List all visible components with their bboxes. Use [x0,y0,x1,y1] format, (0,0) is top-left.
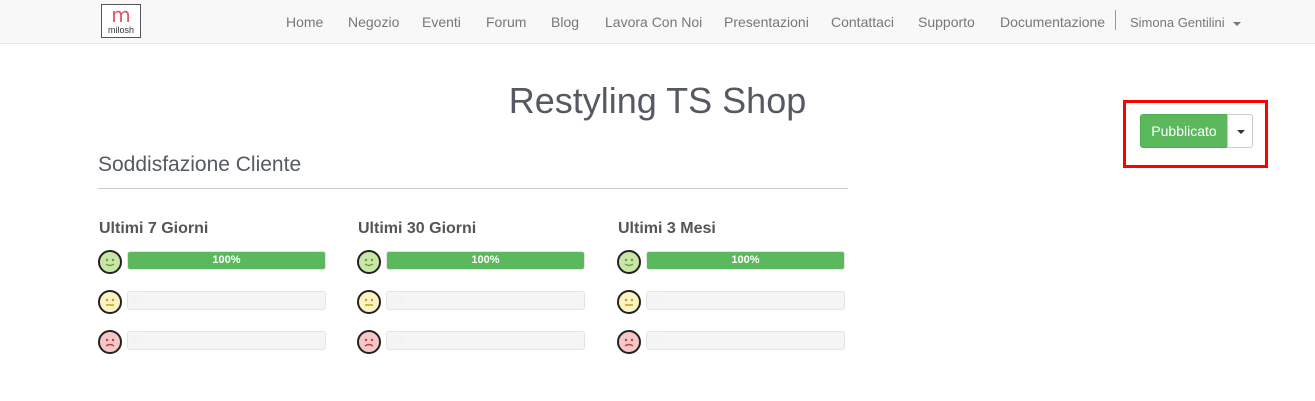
nav-item-blog[interactable]: Blog [551,14,579,30]
sad-face-icon [617,330,641,354]
satisfaction-row: 100% [98,250,330,274]
satisfaction-period: Ultimi 30 Giorni 100% 0% 0% [357,218,589,358]
progress-label: 0% [649,334,665,346]
top-navbar: m milosh Home Negozio Eventi Forum Blog … [0,0,1315,44]
progress-label: 0% [649,294,665,306]
satisfaction-row: 0% [617,330,849,354]
user-name: Simona Gentilini [1130,15,1225,30]
satisfaction-row: 0% [357,290,589,314]
progress-label: 100% [471,254,500,266]
user-menu[interactable]: Simona Gentilini [1130,15,1241,31]
section-divider [98,188,848,189]
satisfaction-row: 100% [617,250,849,274]
progress-label: 0% [130,334,146,346]
satisfaction-row: 0% [357,330,589,354]
happy-face-icon [617,250,641,274]
chevron-down-icon [1237,130,1245,134]
satisfaction-row: 0% [98,330,330,354]
neutral-face-icon [98,290,122,314]
nav-item-supporto[interactable]: Supporto [918,14,975,30]
progress-label: 0% [389,334,405,346]
period-title: Ultimi 7 Giorni [99,220,209,237]
nav-item-negozio[interactable]: Negozio [348,14,399,30]
nav-item-home[interactable]: Home [286,14,323,30]
satisfaction-period: Ultimi 3 Mesi 100% 0% 0% [617,218,849,358]
progress-bar: 0% [386,291,585,310]
period-title: Ultimi 30 Giorni [358,220,477,237]
progress-bar: 0% [646,291,845,310]
neutral-face-icon [357,290,381,314]
neutral-face-icon [617,290,641,314]
satisfaction-row: 0% [617,290,849,314]
page-title: Restyling TS Shop [508,80,807,121]
nav-item-eventi[interactable]: Eventi [422,14,461,30]
sad-face-icon [98,330,122,354]
nav-item-presentazioni[interactable]: Presentazioni [724,14,809,30]
happy-face-icon [98,250,122,274]
progress-bar: 100% [646,251,845,270]
progress-bar: 0% [127,331,326,350]
happy-face-icon [357,250,381,274]
progress-bar: 100% [386,251,585,270]
logo-text: milosh [107,25,134,35]
progress-label: 100% [731,254,760,266]
progress-bar: 0% [386,331,585,350]
logo-m-icon: m [111,3,131,27]
nav-item-lavora-con-noi[interactable]: Lavora Con Noi [605,14,702,30]
chevron-down-icon [1232,21,1241,26]
satisfaction-row: 100% [357,250,589,274]
progress-bar: 100% [127,251,326,270]
milosh-logo[interactable]: m milosh [101,4,141,38]
nav-item-contattaci[interactable]: Contattaci [831,14,894,30]
nav-item-documentazione[interactable]: Documentazione [1000,14,1105,30]
sad-face-icon [357,330,381,354]
progress-label: 0% [389,294,405,306]
nav-divider [1115,10,1116,30]
satisfaction-row: 0% [98,290,330,314]
progress-bar: 0% [646,331,845,350]
period-title: Ultimi 3 Mesi [618,220,716,237]
nav-item-forum[interactable]: Forum [486,14,526,30]
section-title: Soddisfazione Cliente [98,153,302,176]
status-button[interactable]: Pubblicato [1140,114,1228,148]
status-dropdown-toggle[interactable] [1227,114,1253,148]
progress-label: 100% [212,254,241,266]
satisfaction-period: Ultimi 7 Giorni 100% 0% 0% [98,218,330,358]
progress-label: 0% [130,294,146,306]
progress-bar: 0% [127,291,326,310]
